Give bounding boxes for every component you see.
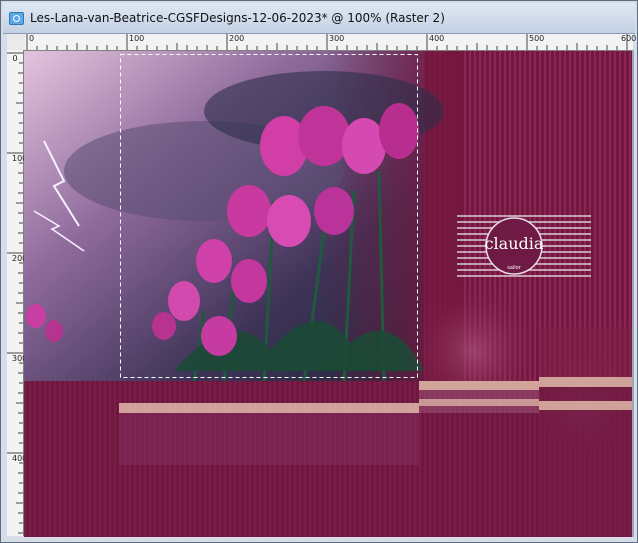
decor-band <box>539 377 634 387</box>
watermark-subtext: sailor <box>507 265 522 271</box>
ruler-label: 500 <box>529 34 545 43</box>
decor-band <box>419 399 539 406</box>
ruler-label: 0 <box>29 34 35 43</box>
ruler-label: 400 <box>12 454 28 463</box>
vertical-ruler-ticks <box>7 52 23 534</box>
camera-icon <box>9 12 24 25</box>
image-window: Les-Lana-van-Beatrice-CGSFDesigns-12-06-… <box>0 0 638 543</box>
ruler-label: 100 <box>129 34 145 43</box>
title-bar[interactable]: Les-Lana-van-Beatrice-CGSFDesigns-12-06-… <box>3 3 635 34</box>
decor-band <box>419 381 539 390</box>
ruler-label: 0 <box>12 54 18 63</box>
window-title: Les-Lana-van-Beatrice-CGSFDesigns-12-06-… <box>30 11 445 25</box>
vertical-ruler[interactable]: 0 100 200 300 400 <box>7 50 28 536</box>
watermark-text: claudia <box>485 234 544 253</box>
ruler-label: 200 <box>229 34 245 43</box>
decor-band <box>539 401 634 410</box>
ruler-corner <box>7 34 26 51</box>
ruler-label: 200 <box>12 254 28 263</box>
image-canvas[interactable]: claudia sailor <box>24 51 634 537</box>
decor-band <box>119 403 419 413</box>
ruler-label: 100 <box>12 154 28 163</box>
ruler-label: 300 <box>12 354 28 363</box>
canvas-artwork: claudia sailor <box>24 51 634 537</box>
horizontal-ruler[interactable]: 0 100 200 300 400 500 600 <box>25 34 637 51</box>
ruler-label: 400 <box>429 34 445 43</box>
vertical-scrollbar[interactable] <box>632 50 634 537</box>
ruler-label: 600 <box>621 34 637 43</box>
ruler-label: 300 <box>329 34 345 43</box>
